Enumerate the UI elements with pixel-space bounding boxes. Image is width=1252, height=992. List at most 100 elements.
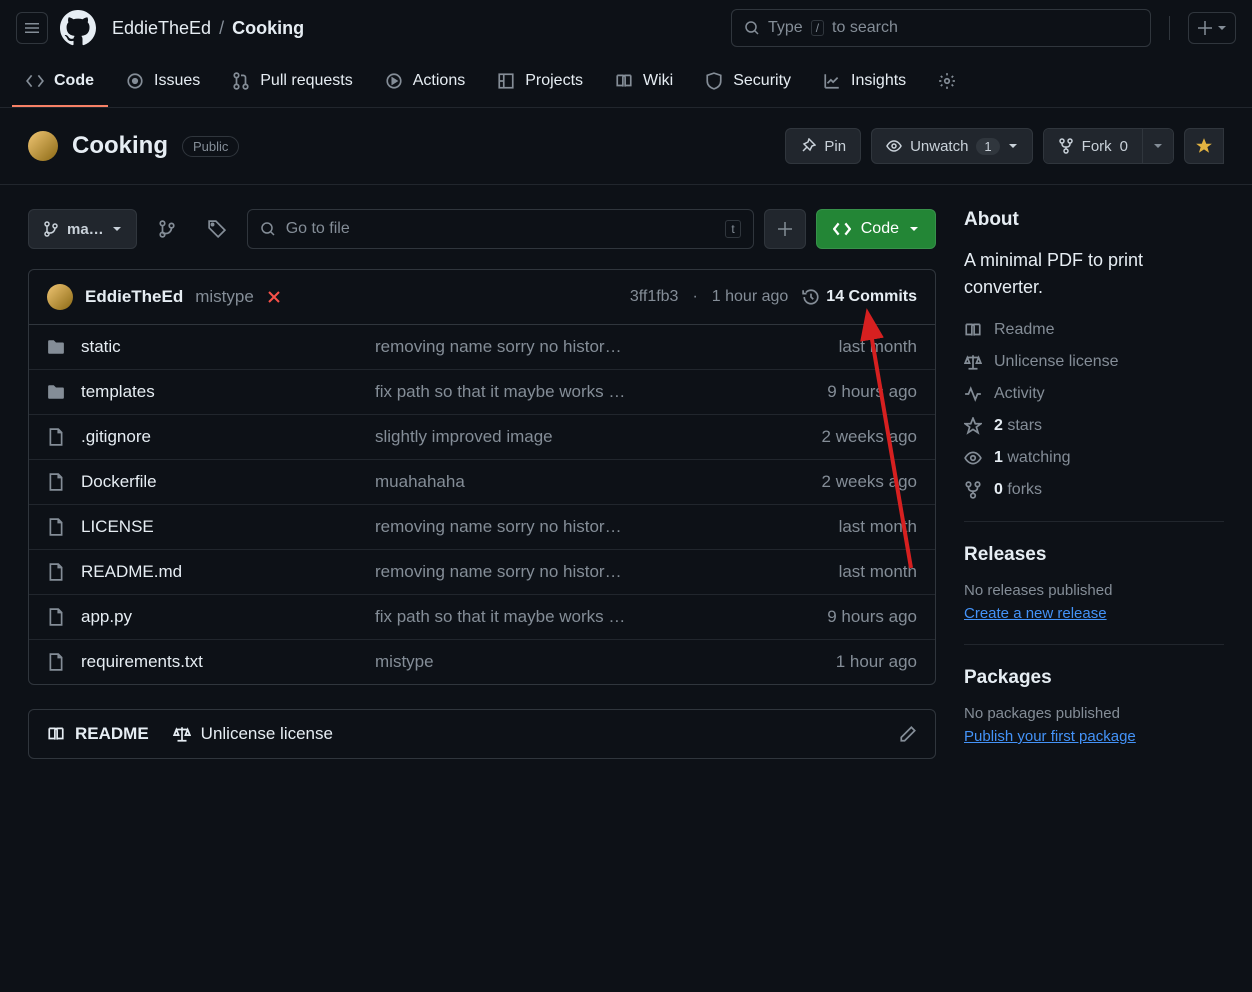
readme-tab[interactable]: README [47,724,149,744]
edit-readme-button[interactable] [899,725,917,743]
create-new-button[interactable] [1188,12,1236,44]
play-icon [385,72,403,90]
file-time: last month [777,562,917,582]
unwatch-button[interactable]: Unwatch 1 [871,128,1033,164]
file-row: requirements.txt mistype 1 hour ago [29,640,935,684]
file-icon [47,653,67,671]
license-link[interactable]: Unlicense license [964,353,1224,371]
file-commit-msg[interactable]: slightly improved image [375,427,763,447]
file-time: 9 hours ago [777,607,917,627]
law-icon [964,353,982,371]
pin-icon [800,138,816,154]
license-tab[interactable]: Unlicense license [173,724,333,744]
star-icon [1195,137,1213,155]
file-commit-msg[interactable]: removing name sorry no histor… [375,337,763,357]
caret-down-icon [1008,141,1018,151]
code-button[interactable]: Code [816,209,936,249]
status-fail-icon[interactable] [266,289,282,305]
pin-button[interactable]: Pin [785,128,861,164]
stars-link[interactable]: 2 stars [964,417,1224,435]
branch-icon [158,220,176,238]
file-name[interactable]: app.py [81,607,361,627]
file-time: 1 hour ago [777,652,917,672]
file-time: last month [777,517,917,537]
github-logo-icon[interactable] [60,10,96,46]
file-name[interactable]: .gitignore [81,427,361,447]
goto-file-input[interactable]: Go to file t [247,209,754,249]
file-row: staticremoving name sorry no histor…last… [29,325,935,370]
file-time: 2 weeks ago [777,472,917,492]
star-button[interactable] [1184,128,1224,164]
breadcrumb-owner[interactable]: EddieTheEd [112,18,211,39]
commit-count-link[interactable]: 14 Commits [802,288,917,306]
file-name[interactable]: Dockerfile [81,472,361,492]
search-input[interactable]: Type / to search [731,9,1151,47]
file-name[interactable]: LICENSE [81,517,361,537]
book-icon [47,725,65,743]
tab-pull-requests[interactable]: Pull requests [218,56,367,107]
file-row: LICENSE removing name sorry no histor… las… [29,505,935,550]
graph-icon [823,72,841,90]
branch-icon [43,221,59,237]
file-name[interactable]: static [81,337,361,357]
forks-link[interactable]: 0 forks [964,481,1224,499]
tab-wiki[interactable]: Wiki [601,56,687,107]
tags-link[interactable] [197,220,237,238]
commit-sha[interactable]: 3ff1fb3 [630,288,679,306]
packages-none: No packages published [964,705,1224,722]
file-commit-msg[interactable]: removing name sorry no histor… [375,517,763,537]
repo-tabs: Code Issues Pull requests Actions Projec… [0,56,1252,108]
commit-author[interactable]: EddieTheEd [85,287,183,307]
tab-settings-overflow[interactable] [924,56,956,107]
book-icon [964,321,982,339]
breadcrumb-repo[interactable]: Cooking [232,18,304,39]
latest-commit-row: EddieTheEd mistype 3ff1fb3 · 1 hour ago … [29,270,935,325]
pulse-icon [964,385,982,403]
file-time: 2 weeks ago [777,427,917,447]
fork-icon [964,481,982,499]
repo-description: A minimal PDF to print converter. [964,247,1224,301]
tab-actions[interactable]: Actions [371,56,479,107]
branch-selector[interactable]: ma… [28,209,137,249]
releases-heading: Releases [964,544,1224,566]
file-commit-msg[interactable]: fix path so that it maybe works … [375,607,763,627]
avatar[interactable] [28,131,58,161]
file-commit-msg[interactable]: mistype [375,652,763,672]
hamburger-menu[interactable] [16,12,48,44]
file-name[interactable]: README.md [81,562,361,582]
eye-icon [964,449,982,467]
branches-link[interactable] [147,220,187,238]
watching-link[interactable]: 1 watching [964,449,1224,467]
folder-icon [47,338,67,356]
fork-button[interactable]: Fork 0 [1043,128,1174,164]
file-row: Dockerfile muahahaha 2 weeks ago [29,460,935,505]
readme-link[interactable]: Readme [964,321,1224,339]
file-name[interactable]: templates [81,382,361,402]
add-file-button[interactable] [764,209,806,249]
file-commit-msg[interactable]: fix path so that it maybe works … [375,382,763,402]
gear-icon [938,72,956,90]
file-commit-msg[interactable]: removing name sorry no histor… [375,562,763,582]
search-icon [744,20,760,36]
book-icon [615,72,633,90]
releases-none: No releases published [964,582,1224,599]
file-name[interactable]: requirements.txt [81,652,361,672]
create-release-link[interactable]: Create a new release [964,605,1224,622]
tab-code[interactable]: Code [12,56,108,107]
publish-package-link[interactable]: Publish your first package [964,728,1224,745]
commit-avatar[interactable] [47,284,73,310]
activity-link[interactable]: Activity [964,385,1224,403]
caret-down-icon [1153,141,1163,151]
tag-icon [208,220,226,238]
file-icon [47,473,67,491]
file-row: .gitignore slightly improved image 2 weeks… [29,415,935,460]
fork-icon [1058,138,1074,154]
tab-insights[interactable]: Insights [809,56,920,107]
file-row: README.md removing name sorry no histor… l… [29,550,935,595]
tab-projects[interactable]: Projects [483,56,597,107]
tab-security[interactable]: Security [691,56,805,107]
file-icon [47,518,67,536]
file-commit-msg[interactable]: muahahaha [375,472,763,492]
tab-issues[interactable]: Issues [112,56,214,107]
commit-message[interactable]: mistype [195,287,254,307]
